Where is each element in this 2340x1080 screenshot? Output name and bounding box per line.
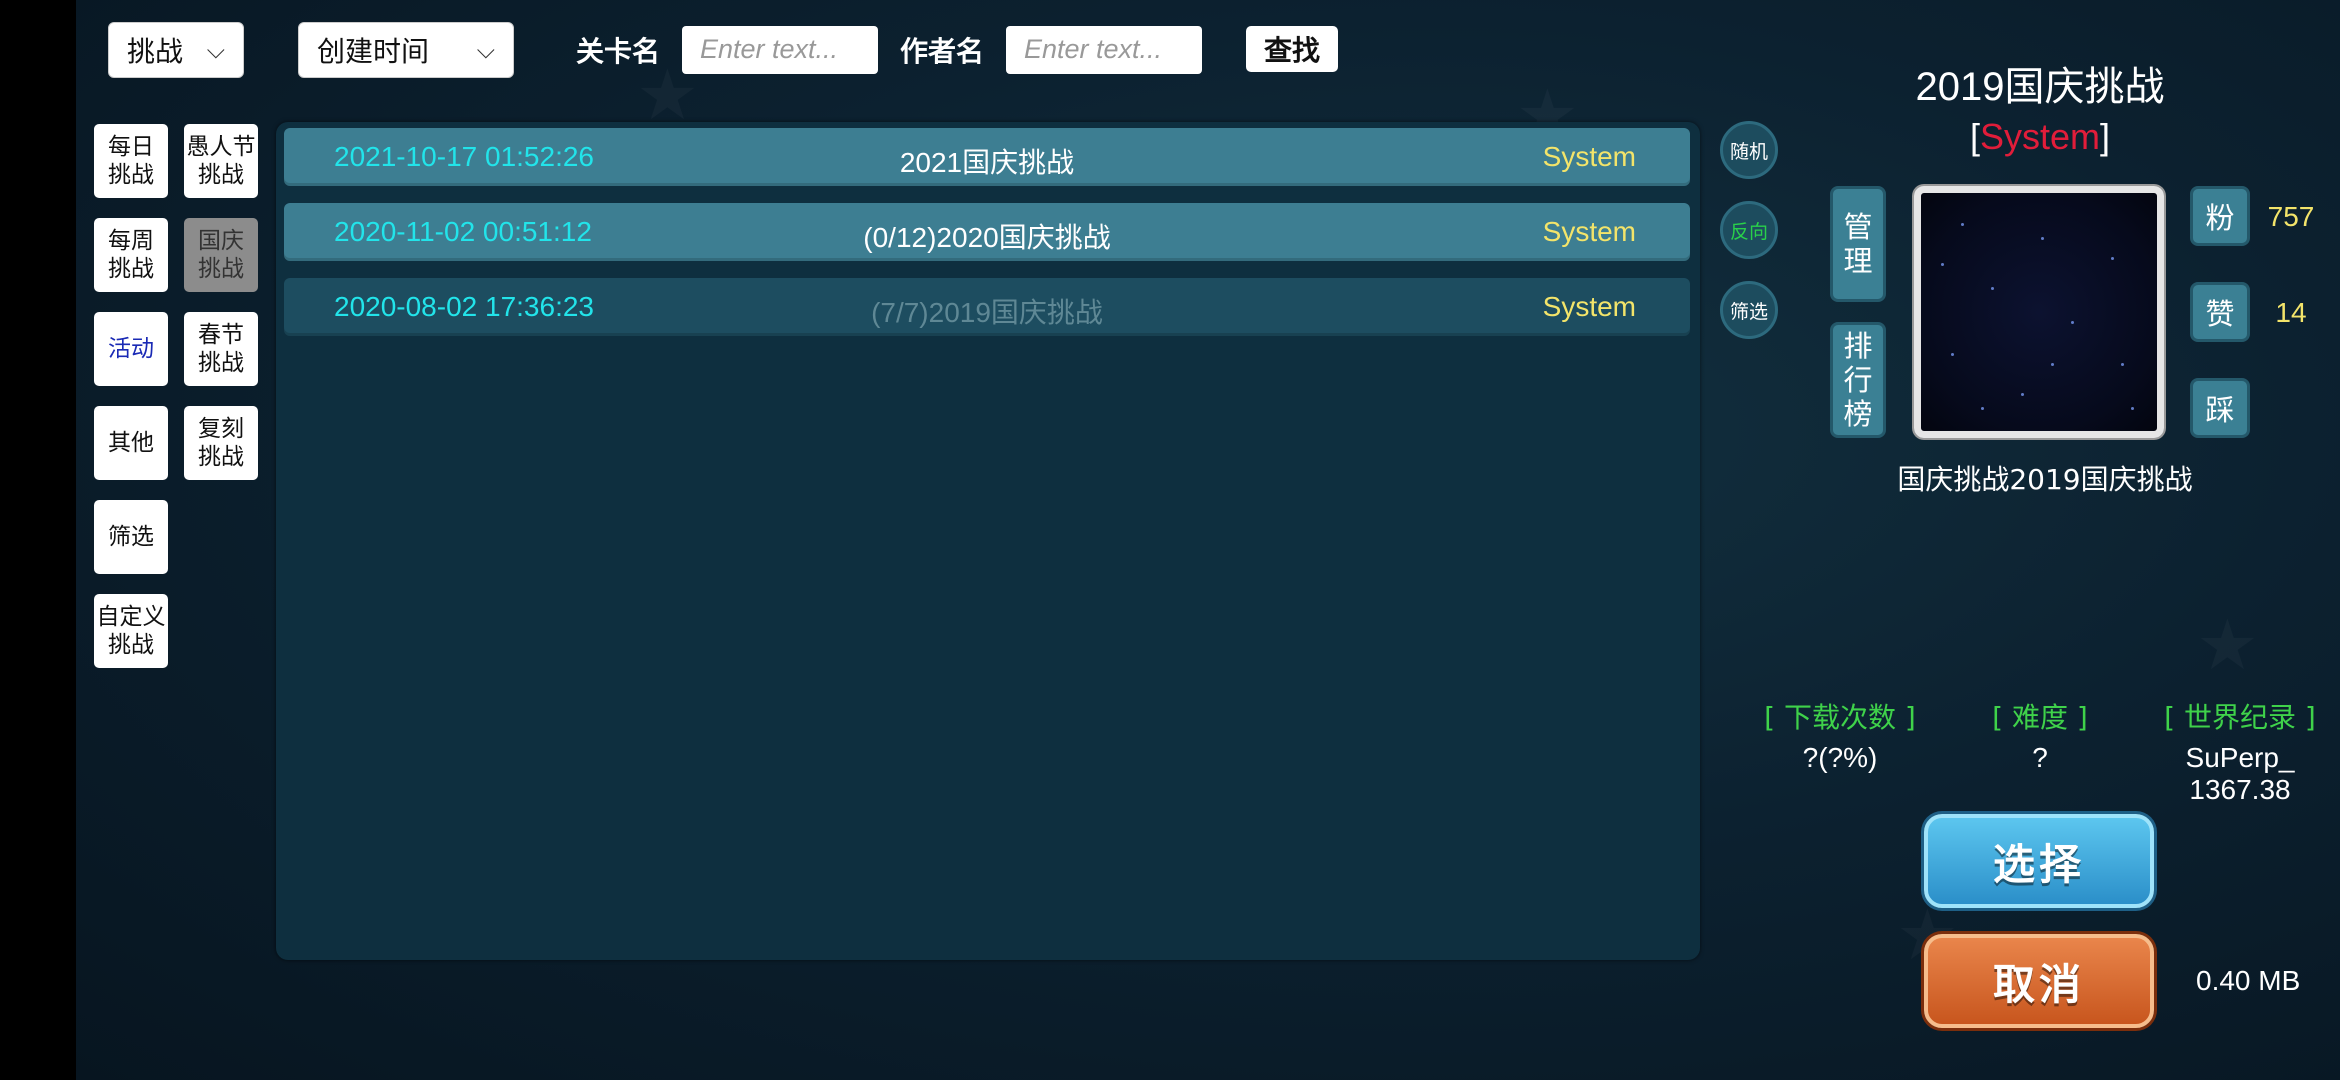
- fans-button[interactable]: 粉: [2190, 186, 2250, 246]
- manage-button[interactable]: 管 理: [1830, 186, 1886, 302]
- like-count: 14: [2275, 297, 2307, 328]
- like-button[interactable]: 赞: [2190, 282, 2250, 342]
- type-dropdown-value: 挑战: [127, 35, 184, 68]
- author-bracket-close: ]: [2100, 116, 2111, 157]
- category-filter[interactable]: 筛选: [94, 500, 168, 574]
- category-spring-festival-challenge[interactable]: 春节 挑战: [184, 312, 258, 386]
- author-name-input[interactable]: Enter text...: [1006, 26, 1202, 74]
- file-size: 0.40 MB: [2196, 965, 2301, 996]
- level-list-panel[interactable]: 2021-10-17 01:52:26 2021国庆挑战 System 2020…: [276, 122, 1700, 960]
- category-events[interactable]: 活动: [94, 312, 168, 386]
- category-daily-challenge[interactable]: 每日 挑战: [94, 124, 168, 198]
- world-record-holder: SuPerp_: [2185, 742, 2295, 773]
- reverse-order-button[interactable]: 反向: [1720, 201, 1778, 259]
- difficulty-header: [ 难度 ]: [1992, 701, 2088, 734]
- chevron-down-icon: ⌵: [476, 36, 495, 64]
- cancel-button[interactable]: 取消: [1924, 934, 2154, 1028]
- category-national-day-challenge[interactable]: 国庆 挑战: [184, 218, 258, 292]
- level-row[interactable]: 2020-11-02 00:51:12 (0/12)2020国庆挑战 Syste…: [284, 203, 1690, 261]
- type-dropdown[interactable]: 挑战 ⌵: [108, 22, 244, 78]
- category-rerun-challenge[interactable]: 复刻 挑战: [184, 406, 258, 480]
- category-weekly-challenge[interactable]: 每周 挑战: [94, 218, 168, 292]
- downloads-value: ?(?%): [1802, 742, 1878, 773]
- level-description: 国庆挑战2019国庆挑战: [1897, 463, 2193, 496]
- left-black-bar: [0, 0, 76, 1080]
- level-name-label: 关卡名: [576, 35, 661, 68]
- world-record-value: SuPerp_ 1367.38: [2140, 742, 2340, 806]
- filter-button[interactable]: 筛选: [1720, 281, 1778, 339]
- level-title: (0/12)2020国庆挑战: [863, 222, 1111, 253]
- search-button[interactable]: 查找: [1246, 26, 1338, 72]
- sort-dropdown-value: 创建时间: [317, 35, 430, 68]
- downloads-header: [ 下载次数 ]: [1764, 701, 1916, 734]
- level-name-placeholder: Enter text...: [700, 34, 839, 64]
- category-april-fools-challenge[interactable]: 愚人节 挑战: [184, 124, 258, 198]
- selected-level-title: 2019国庆挑战: [1915, 65, 2165, 109]
- level-author: System: [1542, 216, 1636, 247]
- dislike-button[interactable]: 踩: [2190, 378, 2250, 438]
- level-row-selected[interactable]: 2020-08-02 17:36:23 (7/7)2019国庆挑战 System: [284, 278, 1690, 336]
- fans-count: 757: [2267, 201, 2315, 232]
- author-name: System: [1979, 116, 2101, 157]
- level-title: (7/7)2019国庆挑战: [871, 297, 1103, 328]
- author-bracket-open: [: [1969, 116, 1980, 157]
- world-record-score: 1367.38: [2189, 774, 2291, 805]
- level-name-input[interactable]: Enter text...: [682, 26, 878, 74]
- selected-level-author: [System]: [1820, 116, 2260, 158]
- sort-dropdown[interactable]: 创建时间 ⌵: [298, 22, 514, 78]
- category-custom-challenge[interactable]: 自定义 挑战: [94, 594, 168, 668]
- world-record-header: [ 世界纪录 ]: [2164, 701, 2316, 734]
- author-name-placeholder: Enter text...: [1024, 34, 1163, 64]
- level-row[interactable]: 2021-10-17 01:52:26 2021国庆挑战 System: [284, 128, 1690, 186]
- level-title: 2021国庆挑战: [899, 147, 1075, 178]
- select-button[interactable]: 选择: [1924, 814, 2154, 908]
- level-preview-image: [1914, 186, 2164, 438]
- leaderboard-button[interactable]: 排 行 榜: [1830, 322, 1886, 438]
- star-bg-decor: ★: [2196, 610, 2259, 680]
- chevron-down-icon: ⌵: [206, 36, 225, 64]
- author-name-label: 作者名: [900, 35, 985, 68]
- level-author: System: [1542, 141, 1636, 172]
- difficulty-value: ?: [2032, 742, 2048, 773]
- random-button[interactable]: 随机: [1720, 121, 1778, 179]
- category-other[interactable]: 其他: [94, 406, 168, 480]
- level-author: System: [1542, 291, 1636, 322]
